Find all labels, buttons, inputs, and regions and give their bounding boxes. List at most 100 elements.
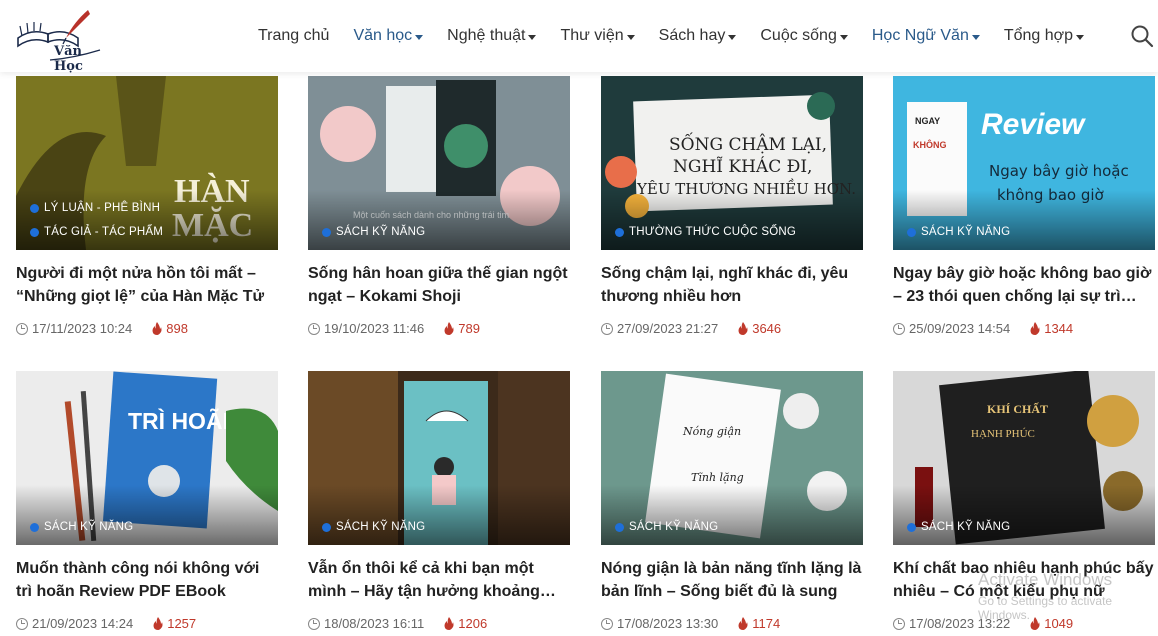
caret-down-icon <box>528 34 537 40</box>
post-meta: 18/08/2023 16:11 1206 <box>308 616 570 631</box>
category-badge[interactable]: LÝ LUẬN - PHÊ BÌNH <box>30 202 160 214</box>
nav-item-tong-hop[interactable]: Tổng hợp <box>1003 27 1085 45</box>
post-card[interactable]: Nóng giận Tĩnh lặng SÁCH KỸ NĂNG Nóng giận … <box>601 371 863 631</box>
post-date: 27/09/2023 21:27 <box>617 321 719 336</box>
fire-icon <box>1030 322 1040 335</box>
category-dot-icon <box>907 522 916 532</box>
post-date: 19/10/2023 11:46 <box>324 321 425 336</box>
logo-text: Văn Học <box>54 44 83 74</box>
post-title[interactable]: Muốn thành công nói không với trì hoãn R… <box>16 557 278 603</box>
clock-icon <box>308 322 320 335</box>
fire-icon <box>738 617 748 630</box>
svg-text:SỐNG CHẬM LẠI,: SỐNG CHẬM LẠI, <box>669 132 827 155</box>
fire-icon <box>152 322 162 335</box>
thumbnail-gradient <box>308 485 570 545</box>
category-dot-icon <box>615 227 624 237</box>
category-label: SÁCH KỸ NĂNG <box>921 521 1011 533</box>
category-badge[interactable]: SÁCH KỸ NĂNG <box>907 226 1010 238</box>
category-dot-icon <box>322 227 331 237</box>
caret-down-icon <box>971 34 980 40</box>
site-header: Văn Học Trang chủ Văn học Nghệ thuật Thư vi… <box>0 0 1158 74</box>
post-card[interactable]: KHÍ CHẤT HẠNH PHÚC SÁCH KỸ NĂNG Khí chất ba… <box>893 371 1155 631</box>
nav-item-label: Nghệ thuật <box>447 27 526 44</box>
fire-icon <box>738 322 748 335</box>
fire-icon <box>153 617 163 630</box>
view-count: 1206 <box>444 616 487 631</box>
view-count: 1344 <box>1030 321 1073 336</box>
view-count-value: 1344 <box>1044 321 1074 336</box>
svg-text:Tĩnh lặng: Tĩnh lặng <box>691 471 744 484</box>
post-card[interactable]: Một cuốn sách dành cho những trái timSÁC… <box>308 76 570 336</box>
caret-down-icon <box>839 34 848 40</box>
category-badge[interactable]: SÁCH KỸ NĂNG <box>30 521 133 533</box>
category-badge[interactable]: TÁC GIẢ - TÁC PHẨM <box>30 226 163 238</box>
post-thumbnail[interactable]: NGAYKHÔNGReviewNgay bây giờ hoặckhông ba… <box>893 76 1155 250</box>
nav-item-cuoc-song[interactable]: Cuộc sống <box>760 27 848 45</box>
category-label: SÁCH KỸ NĂNG <box>629 521 719 533</box>
post-thumbnail[interactable]: SỐNG CHẬM LẠI, NGHĨ KHÁC ĐI, YÊU THƯƠNG NH… <box>601 76 863 250</box>
view-count: 1257 <box>153 616 196 631</box>
thumbnail-gradient <box>308 190 570 250</box>
view-count-value: 789 <box>458 321 480 336</box>
search-icon[interactable] <box>1130 24 1154 48</box>
post-card[interactable]: NGAYKHÔNGReviewNgay bây giờ hoặckhông ba… <box>893 76 1155 336</box>
category-badge[interactable]: SÁCH KỸ NĂNG <box>615 521 718 533</box>
view-count-value: 898 <box>166 321 188 336</box>
nav-item-label: Cuộc sống <box>760 27 837 44</box>
category-label: LÝ LUẬN - PHÊ BÌNH <box>44 202 161 214</box>
post-thumbnail[interactable]: Nóng giận Tĩnh lặng SÁCH KỸ NĂNG <box>601 371 863 545</box>
post-meta: 27/09/2023 21:27 3646 <box>601 321 863 336</box>
nav-item-label: Sách hay <box>658 27 726 44</box>
post-thumbnail[interactable]: HÀNMẶCLÝ LUẬN - PHÊ BÌNHTÁC GIẢ - TÁC PH… <box>16 76 278 250</box>
post-thumbnail[interactable]: TRÌ HOÃN SÁCH KỸ NĂNG <box>16 371 278 545</box>
view-count: 3646 <box>738 321 781 336</box>
post-title[interactable]: Nóng giận là bản năng tĩnh lặng là bản l… <box>601 557 863 603</box>
nav-item-van-hoc[interactable]: Văn học <box>353 27 424 45</box>
nav-item-label: Trang chủ <box>258 27 330 44</box>
view-count: 1174 <box>738 616 780 631</box>
clock-icon <box>893 617 905 630</box>
view-count-value: 1174 <box>752 616 781 631</box>
post-title[interactable]: Sống chậm lại, nghĩ khác đi, yêu thương … <box>601 262 863 308</box>
post-card[interactable]: SỐNG CHẬM LẠI, NGHĨ KHÁC ĐI, YÊU THƯƠNG NH… <box>601 76 863 336</box>
post-card[interactable]: SÁCH KỸ NĂNG Vẫn ổn thôi kể cả khi bạn mộ… <box>308 371 570 631</box>
view-count-value: 3646 <box>752 321 782 336</box>
post-meta: 17/08/2023 13:22 1049 <box>893 616 1155 631</box>
post-title[interactable]: Khí chất bao nhiêu hạnh phúc bấy nhiêu –… <box>893 557 1155 603</box>
category-badge[interactable]: SÁCH KỸ NĂNG <box>322 521 425 533</box>
post-title[interactable]: Sống hân hoan giữa thế gian ngột ngạt – … <box>308 262 570 308</box>
nav-item-label: Tổng hợp <box>1003 27 1074 44</box>
nav-item-trang-chu[interactable]: Trang chủ <box>258 27 329 45</box>
nav-item-sach-hay[interactable]: Sách hay <box>659 27 737 45</box>
nav-item-label: Thư viện <box>560 27 624 44</box>
clock-icon <box>893 322 905 335</box>
svg-text:KHÍ CHẤT: KHÍ CHẤT <box>987 401 1048 416</box>
caret-down-icon <box>728 34 737 40</box>
post-thumbnail[interactable]: Một cuốn sách dành cho những trái timSÁC… <box>308 76 570 250</box>
view-count-value: 1049 <box>1044 616 1074 631</box>
svg-text:NGHĨ KHÁC ĐI,: NGHĨ KHÁC ĐI, <box>673 156 812 177</box>
category-label: SÁCH KỸ NĂNG <box>336 226 426 238</box>
category-badge[interactable]: SÁCH KỸ NĂNG <box>907 521 1010 533</box>
nav-item-hoc-ngu-van[interactable]: Học Ngữ Văn <box>872 27 980 45</box>
category-dot-icon <box>30 203 39 213</box>
post-thumbnail[interactable]: KHÍ CHẤT HẠNH PHÚC SÁCH KỸ NĂNG <box>893 371 1155 545</box>
post-meta: 17/11/2023 10:24 898 <box>16 321 278 336</box>
category-badge[interactable]: SÁCH KỸ NĂNG <box>322 226 425 238</box>
post-thumbnail[interactable]: SÁCH KỸ NĂNG <box>308 371 570 545</box>
post-title[interactable]: Người đi một nửa hồn tôi mất – “Những gi… <box>16 262 278 308</box>
site-logo[interactable]: Văn Học <box>14 8 106 74</box>
nav-item-nghe-thuat[interactable]: Nghệ thuật <box>447 27 537 45</box>
main-nav: Trang chủ Văn học Nghệ thuật Thư viện Sách h… <box>258 0 1108 72</box>
nav-item-thu-vien[interactable]: Thư viện <box>560 27 635 45</box>
thumbnail-gradient <box>601 190 863 250</box>
post-card[interactable]: HÀNMẶCLÝ LUẬN - PHÊ BÌNHTÁC GIẢ - TÁC PH… <box>16 76 278 336</box>
post-card[interactable]: TRÌ HOÃN SÁCH KỸ NĂNG Muốn thành công nói … <box>16 371 278 631</box>
thumbnail-gradient <box>16 485 278 545</box>
clock-icon <box>601 322 613 335</box>
post-title[interactable]: Ngay bây giờ hoặc không bao giờ – 23 thó… <box>893 262 1155 308</box>
category-badge[interactable]: THƯỜNG THỨC CUỘC SỐNG <box>615 226 796 238</box>
fire-icon <box>444 322 454 335</box>
post-title[interactable]: Vẫn ổn thôi kể cả khi bạn một mình – Hãy… <box>308 557 570 603</box>
post-meta: 17/08/2023 13:30 1174 <box>601 616 863 631</box>
